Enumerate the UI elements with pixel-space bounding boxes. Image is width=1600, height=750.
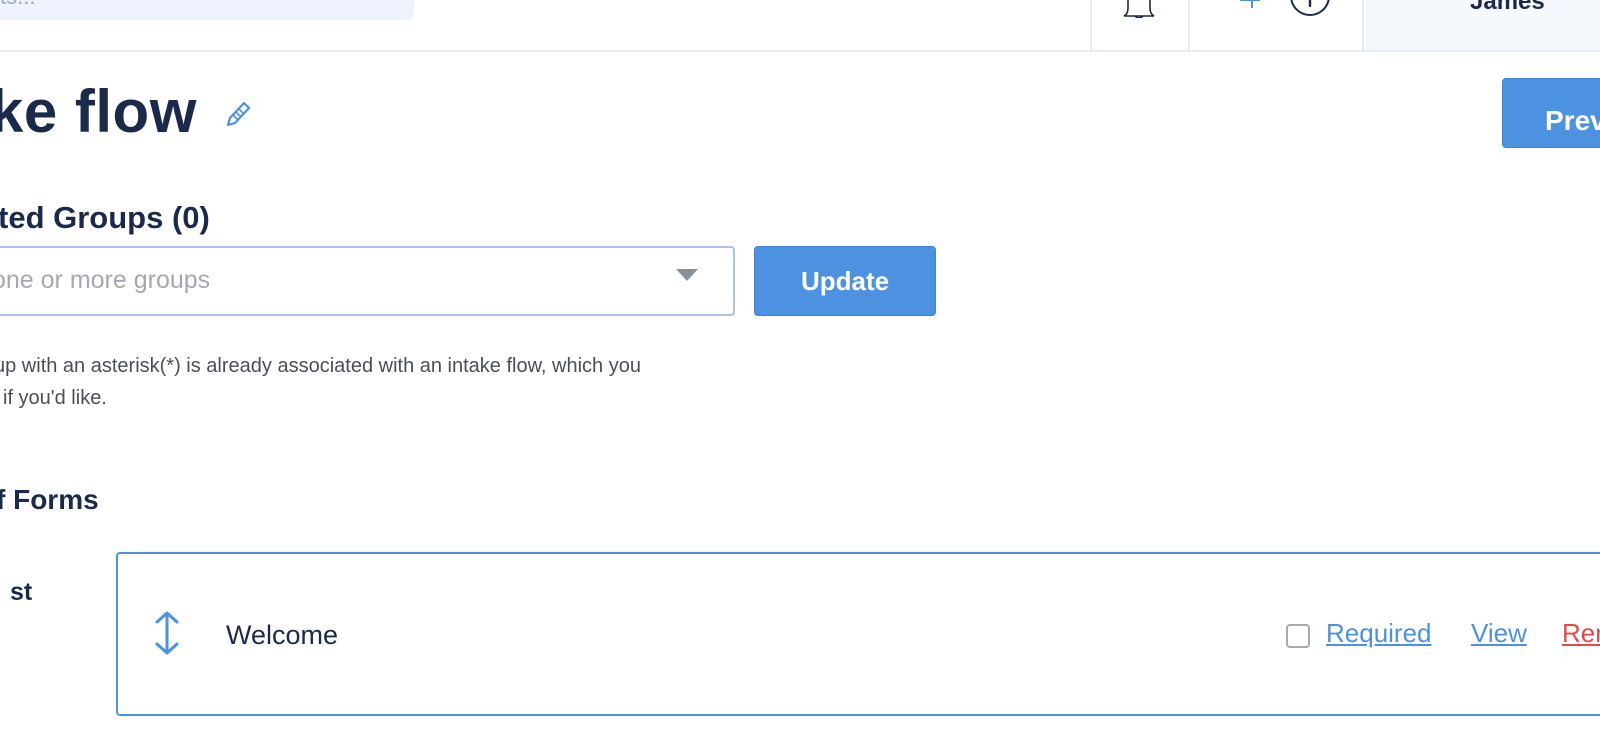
topbar-divider [1362,0,1364,52]
drag-handle-icon[interactable] [152,610,182,656]
forms-heading: f Forms [0,484,99,515]
page-title: ke flow [0,78,197,145]
pencil-icon[interactable] [224,98,254,128]
groups-heading: ted Groups (0) [0,200,210,235]
caret-down-icon [676,269,698,281]
search-icon[interactable] [336,0,364,6]
topbar-divider [1090,0,1092,52]
user-name: James [1470,0,1545,15]
preview-button[interactable]: Prev [1502,78,1600,148]
view-link[interactable]: View [1471,618,1527,649]
required-checkbox[interactable] [1286,624,1310,648]
form-card: Welcome Required View Rem [116,552,1600,716]
user-menu[interactable]: James [1366,0,1600,50]
groups-help-line: up with an asterisk(*) is already associ… [0,355,641,377]
bell-icon[interactable] [1120,0,1158,18]
form-step-label: st [10,578,33,606]
search-placeholder: ts... [0,0,35,10]
topbar-divider [1188,0,1190,52]
help-icon[interactable] [1286,0,1334,18]
form-name: Welcome [226,620,339,650]
search-input[interactable]: ts... [0,0,414,20]
top-bar: ts... James [0,0,1600,52]
remove-link[interactable]: Rem [1562,618,1600,649]
required-link[interactable]: Required [1326,618,1432,649]
groups-select[interactable]: one or more groups [0,246,735,316]
groups-help-line: if you'd like. [3,387,107,409]
update-button[interactable]: Update [754,246,936,316]
plus-icon[interactable] [1236,0,1260,10]
groups-select-placeholder: one or more groups [0,266,211,294]
groups-help-text: up with an asterisk(*) is already associ… [0,350,724,414]
